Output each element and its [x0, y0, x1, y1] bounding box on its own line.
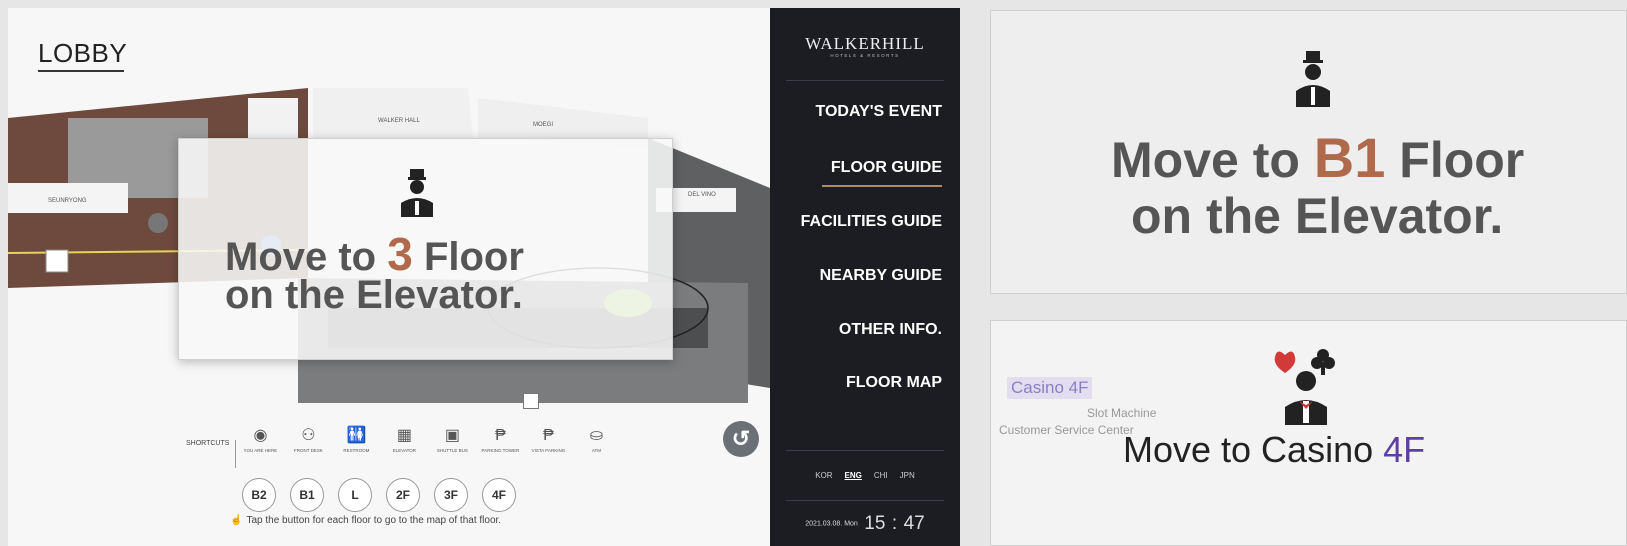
floor-button-2f[interactable]: 2F [386, 478, 420, 512]
bellhop-icon [1296, 51, 1330, 107]
floor-hint: ☝ Tap the button for each floor to go to … [230, 515, 502, 526]
shortcut-atm[interactable]: ⛀ ATM [572, 426, 620, 453]
casino-floor-tag: Casino 4F [1007, 377, 1093, 399]
shortcut-parking-tower[interactable]: ₱ PARKING TOWER [476, 426, 524, 453]
floor-button-4f[interactable]: 4F [482, 478, 516, 512]
floor-button-b2[interactable]: B2 [242, 478, 276, 512]
b1-line1: Move to B1 Floor [1111, 126, 1525, 189]
map-building [248, 98, 298, 138]
shortcut-shuttle-bus[interactable]: ▣ SHUTTLE BUS [428, 426, 476, 453]
shortcuts-bar: SHORTCUTS ◉ YOU ARE HERE ⚇ FRONT DESK 🚻 RES… [186, 426, 620, 468]
customer-service-label: Customer Service Center [999, 423, 1134, 437]
map-label-del-vino: DEL VINO [688, 192, 716, 198]
shortcut-you-are-here[interactable]: ◉ YOU ARE HERE [236, 426, 284, 453]
shortcut-front-desk[interactable]: ⚇ FRONT DESK [284, 426, 332, 453]
minute: 47 [903, 513, 925, 534]
parking-tower-icon: ₱ [495, 427, 506, 444]
time-separator: : [891, 513, 898, 534]
b1-line2: on the Elevator. [1131, 188, 1504, 244]
kiosk-floor-guide: LOBBY SEUNRYONG WALKER HALL MOEGI DEL VI… [8, 8, 960, 546]
shortcut-restroom[interactable]: 🚻 RESTROOM [332, 426, 380, 453]
shortcut-vista-parking[interactable]: ₱ VISTA PARKING [524, 426, 572, 453]
map-label-walker-hall: WALKER HALL [378, 118, 420, 124]
you-are-here-icon: ◉ [253, 427, 268, 444]
floor-button-3f[interactable]: 3F [434, 478, 468, 512]
expand-icon[interactable] [523, 393, 539, 409]
back-button[interactable]: ↺ [723, 421, 759, 457]
map-elevator-marker [45, 249, 69, 273]
casino-dealer-icon [1274, 349, 1335, 425]
datetime: 2021.03.08. Mon 15 : 47 [770, 513, 960, 535]
menu-floor-guide[interactable]: FLOOR GUIDE [831, 159, 942, 177]
front-desk-icon: ⚇ [301, 427, 316, 444]
elevator-notice-modal: Move to 3 Floor on the Elevator. [178, 138, 673, 360]
lang-jpn[interactable]: JPN [900, 471, 915, 480]
hour: 15 [864, 513, 886, 534]
bellhop-icon [401, 169, 433, 217]
map-label-seungyong: SEUNRYONG [48, 198, 87, 204]
casino-floor: 4F [1383, 429, 1426, 470]
active-menu-indicator [822, 185, 942, 187]
map-walker-hall [313, 88, 473, 138]
lang-kor[interactable]: KOR [815, 471, 832, 480]
sidebar: WALKERHILL HOTELS & RESORTS TODAY'S EVEN… [770, 8, 960, 546]
logo-subtitle: HOTELS & RESORTS [830, 53, 900, 58]
casino-notice: Casino 4F Slot Machine Customer Service … [990, 320, 1627, 546]
hand-pointer-icon: ☝ [230, 515, 243, 526]
menu-other-info[interactable]: OTHER INFO. [839, 321, 942, 339]
menu-nearby-guide[interactable]: NEARBY GUIDE [820, 267, 942, 285]
divider [786, 80, 944, 81]
floor-title: LOBBY [38, 38, 128, 68]
shortcuts-label: SHORTCUTS [186, 440, 237, 468]
divider [786, 500, 944, 501]
lang-eng[interactable]: ENG [845, 471, 862, 480]
lang-chi[interactable]: CHI [874, 471, 888, 480]
walkerhill-logo: WALKERHILL [805, 34, 925, 53]
floor-buttons: B2 B1 L 2F 3F 4F [242, 478, 516, 512]
menu-todays-event[interactable]: TODAY'S EVENT [815, 103, 942, 121]
screen: LOBBY SEUNRYONG WALKER HALL MOEGI DEL VI… [0, 0, 1627, 546]
floor-title-underline [38, 70, 124, 72]
language-selector: KOR ENG CHI JPN [770, 471, 960, 480]
divider [786, 450, 944, 451]
shuttle-bus-icon: ▣ [444, 427, 460, 444]
map-label-moegi: MOEGI [533, 122, 553, 128]
elevator-icon: ▦ [396, 427, 412, 444]
b1-elevator-notice: Move to B1 Floor on the Elevator. [990, 10, 1627, 294]
floor-button-b1[interactable]: B1 [290, 478, 324, 512]
back-arrow-icon: ↺ [731, 426, 751, 451]
date: 2021.03.08. Mon [805, 520, 858, 528]
vista-parking-icon: ₱ [543, 427, 554, 444]
menu-facilities-guide[interactable]: FACILITIES GUIDE [801, 213, 942, 231]
slot-machine-label: Slot Machine [1087, 406, 1157, 420]
atm-icon: ⛀ [589, 427, 604, 444]
menu-floor-map[interactable]: FLOOR MAP [846, 374, 942, 392]
restroom-icon: 🚻 [346, 427, 367, 444]
target-floor: B1 [1313, 126, 1386, 189]
shortcut-elevator[interactable]: ▦ ELEVATOR [380, 426, 428, 453]
floor-button-l[interactable]: L [338, 478, 372, 512]
map-marker [148, 213, 168, 233]
casino-message: Move to Casino 4F [1123, 429, 1426, 470]
modal-line2: on the Elevator. [225, 273, 523, 317]
